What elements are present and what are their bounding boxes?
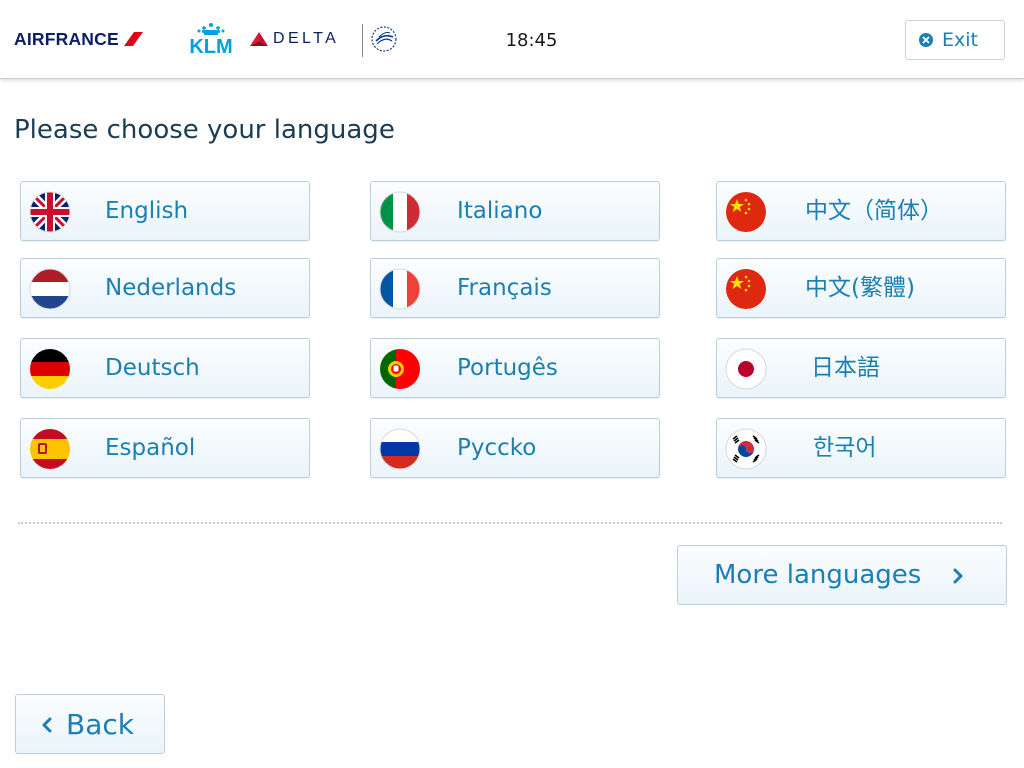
language-label: Deutsch (105, 355, 200, 381)
airfrance-slash-icon (123, 32, 143, 46)
language-label: 한국어 (813, 435, 877, 461)
airfrance-logo: AIRFRANCE (14, 0, 144, 78)
klm-logo: KLM (185, 0, 237, 78)
back-label: Back (66, 708, 134, 741)
chevron-left-icon (42, 717, 52, 733)
exit-button[interactable]: Exit (905, 20, 1005, 60)
language-button-english[interactable]: English (20, 181, 310, 241)
chevron-right-icon (953, 568, 963, 584)
france-flag-icon (379, 268, 421, 310)
language-button-chinese-traditional[interactable]: 中文(繁體) (716, 258, 1006, 318)
delta-widget-icon (250, 32, 268, 46)
more-languages-button[interactable]: More languages (677, 545, 1007, 605)
language-button-korean[interactable]: 한국어 (716, 418, 1006, 478)
language-button-espanol[interactable]: Español (20, 418, 310, 478)
uk-flag-icon (29, 191, 71, 233)
language-button-deutsch[interactable]: Deutsch (20, 338, 310, 398)
page-title: Please choose your language (14, 115, 395, 145)
language-label: 日本語 (811, 355, 880, 381)
section-divider (18, 522, 1002, 524)
language-label: Nederlands (105, 275, 237, 301)
klm-logo-text: KLM (189, 36, 232, 56)
language-label: 中文(繁體) (805, 275, 915, 301)
netherlands-flag-icon (29, 268, 71, 310)
language-button-portugues[interactable]: Portugês (370, 338, 660, 398)
language-label: Portugês (457, 355, 558, 381)
korea-flag-icon (725, 428, 767, 470)
japan-flag-icon (725, 348, 767, 390)
germany-flag-icon (30, 349, 70, 389)
language-label: English (105, 198, 189, 224)
header-bar: AIRFRANCE KLM DELTA 18:45 Exit (0, 0, 1024, 79)
language-button-russian[interactable]: Pyccko (370, 418, 660, 478)
klm-crown-icon: KLM (189, 23, 233, 56)
language-label: Pyccko (457, 435, 537, 461)
china-flag-icon (726, 269, 766, 309)
language-button-japanese[interactable]: 日本語 (716, 338, 1006, 398)
more-languages-label: More languages (714, 560, 922, 590)
italy-flag-icon (379, 191, 421, 233)
skyteam-icon (370, 0, 398, 78)
china-flag-icon (726, 192, 766, 232)
spain-flag-icon (30, 429, 70, 469)
language-button-chinese-simplified[interactable]: 中文（简体） (716, 181, 1006, 241)
language-button-francais[interactable]: Français (370, 258, 660, 318)
language-button-nederlands[interactable]: Nederlands (20, 258, 310, 318)
back-button[interactable]: Back (15, 694, 165, 754)
language-button-italiano[interactable]: Italiano (370, 181, 660, 241)
language-label: Français (457, 275, 552, 301)
logo-divider (362, 24, 363, 57)
airfrance-logo-text: AIRFRANCE (14, 28, 119, 49)
delta-logo: DELTA (249, 0, 339, 78)
language-label: Italiano (457, 198, 543, 224)
portugal-flag-icon (380, 349, 420, 389)
exit-label: Exit (942, 29, 978, 51)
close-circle-icon (919, 33, 933, 47)
delta-logo-text: DELTA (273, 30, 340, 47)
language-label: 中文（简体） (805, 198, 943, 224)
clock-time: 18:45 (505, 30, 558, 51)
language-label: Español (105, 435, 196, 461)
russia-flag-icon (379, 428, 421, 470)
